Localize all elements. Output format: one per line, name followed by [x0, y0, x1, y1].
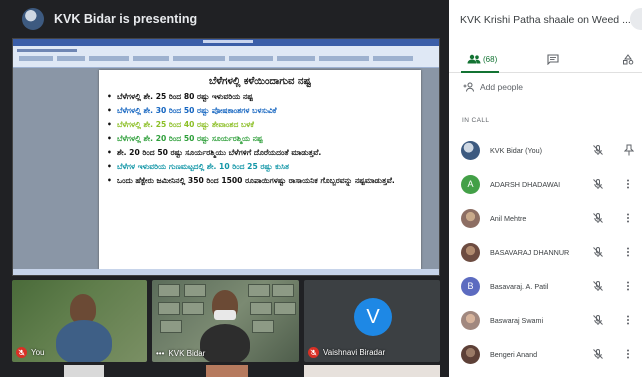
participant-row[interactable]: B Basavaraj. A. Patil [449, 269, 642, 303]
panel-tabs: (68) [449, 45, 642, 73]
word-statusbar [13, 269, 439, 275]
grid-cell [184, 284, 206, 297]
more-options-icon[interactable] [624, 212, 632, 224]
tile-kvk-label: ••• KVK Bidar [156, 349, 205, 358]
participant-name: Basavaraj. A. Patil [490, 281, 549, 291]
tile-kvk-name: KVK Bidar [168, 349, 206, 358]
tab-people[interactable]: (68) [467, 45, 497, 73]
meeting-title: KVK Krishi Patha shaale on Weed ... [460, 14, 631, 26]
bullet-2: ಬೆಳೆಗಳಲ್ಲಿ ಶೇ. 30 ರಿಂದ 50 ರಷ್ಟು ಪೋಷಕಾಂಶಗ… [107, 104, 413, 118]
presentation-stage: KVK Bidar is presenting ಬೆಳೆಗಳಲ್ಲಿ ಕಳೆಯಿ… [0, 0, 449, 377]
presenting-bar: KVK Bidar is presenting [0, 0, 449, 38]
mic-off-icon[interactable] [592, 246, 604, 258]
word-titlebar [13, 39, 439, 46]
participant-avatar [461, 310, 480, 330]
participant-name: BASAVARAJ DHANNUR [490, 247, 570, 257]
grid-cell [274, 302, 296, 315]
tab-activities[interactable] [622, 45, 634, 73]
more-options-icon[interactable] [624, 348, 632, 360]
participant-row[interactable]: KVK Bidar (You) [449, 133, 642, 167]
participant-name: KVK Bidar (You) [490, 145, 543, 155]
grid-cell [160, 320, 182, 333]
people-count: (68) [483, 54, 498, 64]
user-bubble[interactable] [630, 8, 642, 30]
bullet-6: ಬೆಳೆಗಳ ಇಳುವರಿಯ ಗುಣಮಟ್ಟದಲ್ಲಿ ಶೇ. 10 ರಿಂದ … [107, 160, 413, 174]
participant-avatar: A [461, 174, 480, 194]
participant-row[interactable]: BASAVARAJ DHANNUR [449, 235, 642, 269]
mic-off-icon[interactable] [592, 280, 604, 292]
activities-icon [623, 53, 634, 64]
more-options-icon[interactable] [624, 246, 632, 258]
document-title: ಬೆಳೆಗಳಲ್ಲಿ ಕಳೆಯಿಂದಾಗುವ ನಷ್ಟ [208, 76, 311, 87]
participant-row[interactable]: A ADARSH DHADAWAI [449, 167, 642, 201]
more-options-icon[interactable] [624, 178, 632, 190]
bullet-3: ಬೆಳೆಗಳಲ್ಲಿ ಶೇ. 25 ರಿಂದ 40 ರಷ್ಟು ತೇವಾಂಶದ … [107, 118, 413, 132]
grid-cell [252, 320, 274, 333]
people-panel: KVK Krishi Patha shaale on Weed ... (68) [449, 0, 642, 377]
tile-strip-1 [64, 365, 104, 377]
mic-off-icon[interactable] [592, 144, 604, 156]
vaishnavi-avatar: V [354, 298, 392, 336]
word-ribbon [13, 46, 439, 68]
kvk-video-body [200, 324, 250, 362]
participant-avatar [461, 344, 480, 364]
more-options-icon[interactable]: ••• [156, 349, 164, 358]
add-people-label: Add people [480, 82, 524, 92]
tile-vb-name: Vaishnavi Biradar [323, 348, 386, 357]
mic-off-icon [16, 347, 27, 358]
participant-avatar [461, 242, 480, 262]
mic-off-icon[interactable] [592, 348, 604, 360]
participant-row[interactable]: Bengeri Anand [449, 337, 642, 371]
grid-cell [158, 284, 180, 297]
add-person-icon [463, 82, 474, 92]
participant-tiles: You ••• KVK Bidar V Vaishnavi Biradar [12, 280, 440, 377]
grid-cell [158, 302, 180, 315]
tab-chat[interactable] [547, 45, 559, 73]
tile-you[interactable]: You [12, 280, 147, 362]
tile-strip-3 [304, 365, 440, 377]
in-call-heading: IN CALL [462, 117, 490, 124]
participant-name: Anil Mehtre [490, 213, 527, 223]
tile-you-label: You [16, 347, 45, 358]
tile-you-name: You [31, 348, 45, 357]
grid-cell [272, 284, 294, 297]
grid-cell [248, 284, 270, 297]
bullet-4: ಬೆಳೆಗಳಲ್ಲಿ ಶೇ. 20 ರಿಂದ 50 ರಷ್ಟು ಸೂರ್ಯರಶ್… [107, 132, 413, 146]
participant-name: Bengeri Anand [490, 349, 538, 359]
participant-name: Baswaraj Swami [490, 315, 544, 325]
bullet-5: ಶೇ. 20 ರಿಂದ 50 ರಷ್ಟು ಸೂರ್ಯರಶ್ಮಿಯು ಬೆಳೆಗಳ… [107, 148, 413, 158]
participant-avatar [461, 140, 480, 160]
mic-off-icon[interactable] [592, 212, 604, 224]
tile-strip-2 [206, 365, 248, 377]
add-people-button[interactable]: Add people [463, 82, 523, 92]
people-icon [467, 54, 481, 64]
tile-kvk-bidar[interactable]: ••• KVK Bidar [152, 280, 299, 362]
you-video-body [56, 320, 112, 362]
document-bullets: ಬೆಳೆಗಳಲ್ಲಿ ಶೇ. 25 ರಿಂದ 80 ರಷ್ಟು ಇಳುವರಿಯ … [107, 90, 413, 186]
participant-row[interactable]: Baswaraj Swami [449, 303, 642, 337]
bullet-1: ಬೆಳೆಗಳಲ್ಲಿ ಶೇ. 25 ರಿಂದ 80 ರಷ್ಟು ಇಳುವರಿಯ … [107, 90, 413, 104]
mic-off-icon[interactable] [592, 314, 604, 326]
more-options-icon[interactable] [624, 314, 632, 326]
presenting-label: KVK Bidar is presenting [54, 12, 198, 26]
shared-screen[interactable]: ಬೆಳೆಗಳಲ್ಲಿ ಕಳೆಯಿಂದಾಗುವ ನಷ್ಟ ಬೆಳೆಗಳಲ್ಲಿ ಶ… [12, 38, 440, 276]
kvk-video-mask [214, 310, 236, 320]
tile-vb-label: Vaishnavi Biradar [308, 347, 385, 358]
participant-avatar [461, 208, 480, 228]
participant-row[interactable]: Anil Mehtre [449, 201, 642, 235]
participant-avatar: B [461, 276, 480, 296]
mic-off-icon[interactable] [592, 178, 604, 190]
chat-icon [547, 53, 559, 65]
mic-off-icon [308, 347, 319, 358]
more-options-icon[interactable] [624, 280, 632, 292]
participant-name: ADARSH DHADAWAI [490, 179, 561, 189]
presenter-avatar [22, 8, 44, 30]
grid-cell [250, 302, 272, 315]
tab-people-indicator [461, 71, 499, 73]
pin-icon[interactable] [624, 144, 634, 156]
bullet-7: ಒಂದು ಹೆಕ್ಟೇರು ಜಮೀನಿನಲ್ಲಿ 350 ರಿಂದ 1500 ರ… [107, 176, 413, 186]
document-page: ಬೆಳೆಗಳಲ್ಲಿ ಕಳೆಯಿಂದಾಗುವ ನಷ್ಟ ಬೆಳೆಗಳಲ್ಲಿ ಶ… [99, 70, 421, 270]
tile-vaishnavi-biradar[interactable]: V Vaishnavi Biradar [304, 280, 440, 362]
grid-cell [182, 302, 204, 315]
